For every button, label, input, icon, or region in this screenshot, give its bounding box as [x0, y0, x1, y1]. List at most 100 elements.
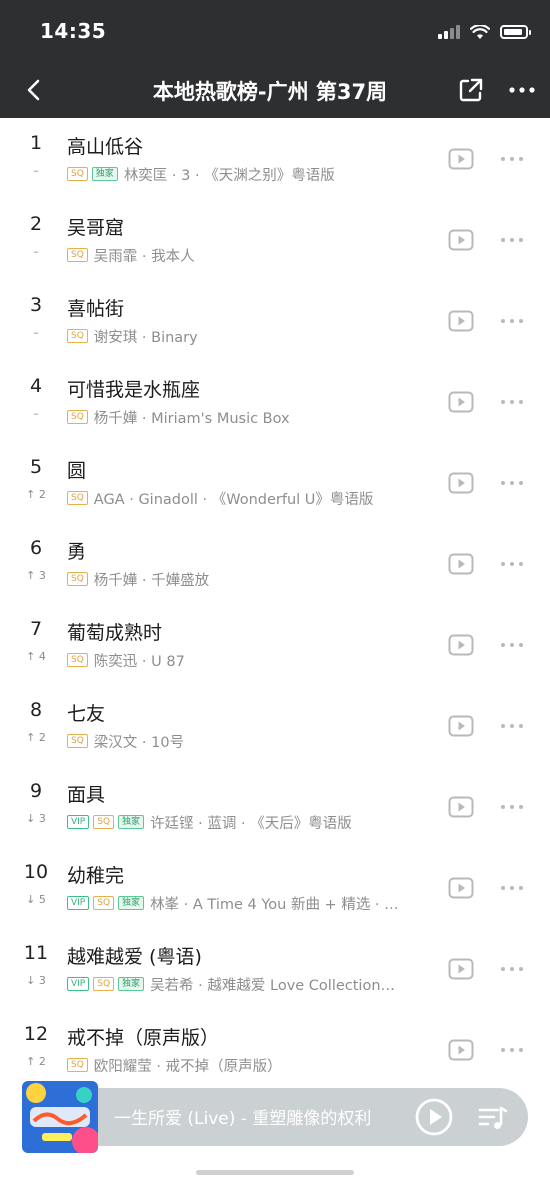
song-title: 高山低谷	[67, 136, 144, 158]
battery-icon	[500, 25, 531, 39]
more-icon[interactable]	[498, 472, 526, 494]
sq-badge: SQ	[67, 248, 88, 262]
song-meta: SQ 梁汉文 · 10号	[67, 731, 432, 751]
song-row[interactable]: 3 – 喜帖街 SQ 谢安琪 · Binary	[0, 280, 550, 361]
play-video-icon[interactable]	[448, 391, 474, 413]
song-meta: SQ 杨千嬅 · 千嬅盛放	[67, 569, 432, 589]
song-rank: 11	[23, 942, 49, 964]
song-row[interactable]: 6 ↑ 3 勇 SQ 杨千嬅 · 千嬅盛放	[0, 523, 550, 604]
song-meta: VIP SQ 独家 林峯 · A Time 4 You 新曲 + 精选 · …	[67, 893, 432, 913]
song-row[interactable]: 9 ↓ 3 面具 VIP SQ 独家 许廷铿 · 蓝调 · 《天后》粤语版	[0, 766, 550, 847]
play-video-icon[interactable]	[448, 877, 474, 899]
artist-album: 陈奕迅 · U 87	[93, 653, 185, 670]
more-icon[interactable]	[498, 958, 526, 980]
song-meta: SQ 杨千嬅 · Miriam's Music Box	[67, 407, 432, 427]
status-icons	[438, 22, 531, 42]
song-meta: SQ 谢安琪 · Binary	[67, 326, 432, 346]
app-screen: 14:35 本地热歌榜-广州 第37周 1– 高山低谷 SQ 独家 林奕匡 · 3 · …	[0, 0, 550, 1189]
queue-icon[interactable]	[474, 1100, 510, 1136]
artist-album: 吴雨霏 · 我本人	[93, 248, 195, 265]
rank-trend: ↑ 2	[26, 731, 46, 744]
song-row[interactable]: 2 – 吴哥窟 SQ 吴雨霏 · 我本人	[0, 199, 550, 280]
play-video-icon[interactable]	[448, 715, 474, 737]
song-rank: 7	[29, 618, 43, 640]
rank-trend: ↑ 4	[26, 650, 46, 663]
song-rank: 8	[29, 699, 43, 721]
sq-badge: SQ	[67, 329, 88, 343]
page-title: 本地热歌榜-广州 第37周	[152, 80, 388, 104]
rank-trend: ↓ 5	[26, 893, 46, 906]
song-rank: 9	[29, 780, 43, 802]
song-title: 幼稚完	[67, 865, 125, 887]
more-icon[interactable]	[498, 796, 526, 818]
play-video-icon[interactable]	[448, 472, 474, 494]
album-art[interactable]	[22, 1081, 98, 1153]
song-meta: SQ 陈奕迅 · U 87	[67, 650, 432, 670]
song-row[interactable]: 11 ↓ 3 越难越爱 (粤语) VIP SQ 独家 吴若希 · 越难越爱 Love Col…	[0, 928, 550, 1009]
song-title: 越难越爱 (粤语)	[67, 946, 202, 968]
artist-album: 杨千嬅 · Miriam's Music Box	[93, 410, 290, 427]
song-row[interactable]: 4 – 可惜我是水瓶座 SQ 杨千嬅 · Miriam's Music Box	[0, 361, 550, 442]
more-icon[interactable]	[505, 74, 539, 106]
rank-trend: –	[33, 245, 39, 258]
play-video-icon[interactable]	[448, 229, 474, 251]
artist-album: 许廷铿 · 蓝调 · 《天后》粤语版	[150, 815, 352, 832]
rank-trend: –	[33, 164, 39, 177]
artist-album: 林奕匡 · 3 · 《天渊之别》粤语版	[123, 167, 335, 184]
play-video-icon[interactable]	[448, 553, 474, 575]
more-icon[interactable]	[498, 877, 526, 899]
song-title: 可惜我是水瓶座	[67, 379, 201, 401]
song-row[interactable]: 12 ↑ 2 戒不掉（原声版） SQ 欧阳耀莹 · 戒不掉（原声版）	[0, 1009, 550, 1090]
rank-trend: ↑ 3	[26, 569, 46, 582]
vip-badge: VIP	[67, 977, 90, 991]
nav-header: 本地热歌榜-广州 第37周	[0, 64, 550, 118]
exclusive-badge: 独家	[118, 896, 145, 910]
more-icon[interactable]	[498, 553, 526, 575]
song-row[interactable]: 5 ↑ 2 圆 SQ AGA · Ginadoll · 《Wonderful U》粤语版	[0, 442, 550, 523]
more-icon[interactable]	[498, 715, 526, 737]
signal-icon	[438, 25, 460, 39]
back-icon[interactable]	[16, 72, 52, 108]
share-icon[interactable]	[455, 74, 487, 106]
song-list: 1– 高山低谷 SQ 独家 林奕匡 · 3 · 《天渊之别》粤语版 2– 吴哥窟 SQ 吴雨霏 …	[0, 118, 550, 1090]
play-video-icon[interactable]	[448, 148, 474, 170]
more-icon[interactable]	[498, 391, 526, 413]
song-rank: 6	[29, 537, 43, 559]
more-icon[interactable]	[498, 310, 526, 332]
sq-badge: SQ	[67, 1058, 88, 1072]
now-playing-title[interactable]: 一生所爱 (Live) - 重塑雕像的权利	[114, 1104, 404, 1129]
sq-badge: SQ	[67, 734, 88, 748]
song-rank: 5	[29, 456, 43, 478]
more-icon[interactable]	[498, 1039, 526, 1061]
sq-badge: SQ	[67, 410, 88, 424]
play-video-icon[interactable]	[448, 634, 474, 656]
song-meta: SQ 欧阳耀莹 · 戒不掉（原声版）	[67, 1055, 432, 1075]
play-icon[interactable]	[414, 1097, 454, 1137]
sq-badge: SQ	[67, 167, 88, 181]
song-meta: VIP SQ 独家 许廷铿 · 蓝调 · 《天后》粤语版	[67, 812, 432, 832]
song-row[interactable]: 8 ↑ 2 七友 SQ 梁汉文 · 10号	[0, 685, 550, 766]
artist-album: 林峯 · A Time 4 You 新曲 + 精选 · …	[150, 896, 399, 913]
more-icon[interactable]	[498, 634, 526, 656]
artist-album: 谢安琪 · Binary	[93, 329, 198, 346]
song-rank: 1	[29, 132, 43, 154]
rank-trend: –	[33, 326, 39, 339]
more-icon[interactable]	[498, 148, 526, 170]
more-icon[interactable]	[498, 229, 526, 251]
song-meta: SQ 独家 林奕匡 · 3 · 《天渊之别》粤语版	[67, 164, 432, 184]
play-video-icon[interactable]	[448, 1039, 474, 1061]
song-title: 圆	[67, 460, 87, 482]
play-video-icon[interactable]	[448, 958, 474, 980]
sq-badge: SQ	[93, 896, 115, 910]
play-video-icon[interactable]	[448, 796, 474, 818]
song-meta: VIP SQ 独家 吴若希 · 越难越爱 Love Collection…	[67, 974, 432, 994]
song-title: 喜帖街	[67, 298, 125, 320]
song-row[interactable]: 10 ↓ 5 幼稚完 VIP SQ 独家 林峯 · A Time 4 You 新曲 + 精选…	[0, 847, 550, 928]
song-row[interactable]: 1 – 高山低谷 SQ 独家 林奕匡 · 3 · 《天渊之别》粤语版	[0, 118, 550, 199]
play-video-icon[interactable]	[448, 310, 474, 332]
exclusive-badge: 独家	[118, 977, 145, 991]
song-title: 面具	[67, 784, 106, 806]
song-row[interactable]: 7 ↑ 4 葡萄成熟时 SQ 陈奕迅 · U 87	[0, 604, 550, 685]
exclusive-badge: 独家	[91, 167, 118, 181]
song-meta: SQ AGA · Ginadoll · 《Wonderful U》粤语版	[67, 488, 432, 508]
